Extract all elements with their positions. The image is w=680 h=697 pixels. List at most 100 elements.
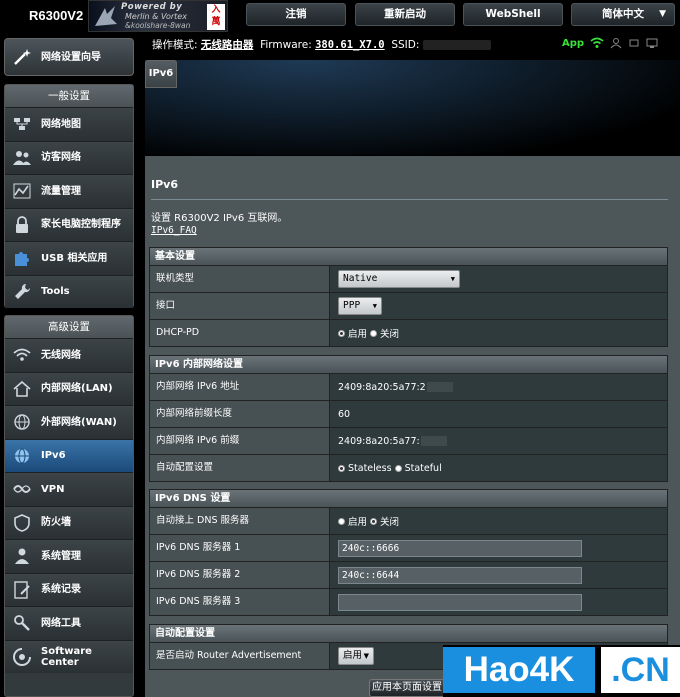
- watermark-right: .CN: [601, 647, 680, 693]
- chevron-down-icon: ▼: [450, 275, 455, 283]
- connection-type-select[interactable]: Native ▼: [338, 270, 460, 288]
- sidebar-item-label: 家长电脑控制程序: [41, 219, 121, 231]
- stateful-radio[interactable]: [394, 464, 402, 472]
- auto-dns-disable-radio[interactable]: [370, 517, 378, 525]
- table-row: 内部网络 IPv6 前缀 2409:8a20:5a77:: [150, 427, 667, 454]
- router-model: R6300V2: [29, 8, 84, 23]
- lan-prefix-length: 60: [338, 408, 351, 420]
- log-icon: [11, 580, 33, 600]
- sidebar-item-user-admin[interactable]: 系统管理: [5, 539, 133, 573]
- interface-select[interactable]: PPP ▼: [338, 297, 382, 315]
- page-title: IPv6: [151, 178, 178, 191]
- sidebar-item-label: 系统管理: [41, 550, 81, 562]
- network-tools-icon: [11, 613, 33, 633]
- stateless-radio[interactable]: [338, 464, 345, 472]
- auto-dns-enable-radio[interactable]: [338, 517, 345, 525]
- general-settings-header: 一般设置: [5, 85, 133, 107]
- sidebar-item-guest-network[interactable]: 访客网络: [5, 140, 133, 174]
- sidebar-item-label: Tools: [41, 286, 70, 298]
- dhcp-pd-enable-radio[interactable]: [338, 329, 345, 337]
- general-settings-group: 一般设置 网络地图访客网络流量管理家长电脑控制程序 USB 相关应用 Tools: [4, 84, 134, 308]
- chevron-down-icon: ▼: [659, 9, 666, 19]
- sidebar-item-ipv6-globe[interactable]: IPv6: [5, 438, 133, 472]
- firmware-logo: Powered by Merlin & Vortex &koolshare-8w…: [88, 0, 228, 32]
- sidebar-item-label: 流量管理: [41, 185, 81, 197]
- usb-status-icon[interactable]: [628, 37, 640, 49]
- reboot-button[interactable]: 重新启动: [355, 3, 455, 26]
- sidebar-item-network-map[interactable]: 网络地图: [5, 107, 133, 141]
- main-panel: IPv6 设置 R6300V2 IPv6 互联网。 IPv6_FAQ 基本设置 …: [145, 156, 680, 697]
- app-status[interactable]: App: [562, 38, 584, 49]
- sidebar-item-label: 访客网络: [41, 152, 81, 164]
- advanced-settings-header: 高级设置: [5, 316, 133, 338]
- sidebar-item-globe[interactable]: 外部网络(WAN): [5, 405, 133, 439]
- wifi-icon: [11, 345, 33, 365]
- lan-ipv6-prefix: 2409:8a20:5a77:: [338, 435, 420, 447]
- title-divider: [151, 199, 668, 200]
- ipv6-faq-link[interactable]: IPv6_FAQ: [151, 225, 197, 236]
- sidebar-item-label: 网络地图: [41, 118, 81, 130]
- setup-wizard-button[interactable]: 网络设置向导: [4, 38, 134, 76]
- advanced-settings-group: 高级设置 无线网络内部网络(LAN) 外部网络(WAN) IPv6 VPN 防火墙系统管…: [4, 315, 134, 697]
- sidebar-item-parental-lock[interactable]: 家长电脑控制程序: [5, 207, 133, 241]
- sidebar: 网络设置向导 一般设置 网络地图访客网络流量管理家长电脑控制程序 USB 相关应用…: [0, 32, 140, 697]
- sidebar-item-label: 防火墙: [41, 517, 71, 529]
- operation-mode-link[interactable]: 无线路由器: [201, 39, 254, 51]
- chevron-down-icon: ▼: [372, 302, 377, 310]
- section-header: 基本设置: [150, 248, 667, 265]
- sidebar-item-label: IPv6: [41, 450, 66, 462]
- dns2-input[interactable]: 240c::6644: [338, 566, 582, 584]
- header-background: [145, 60, 680, 155]
- sidebar-item-software-center[interactable]: Software Center: [5, 639, 133, 673]
- sidebar-item-traffic[interactable]: 流量管理: [5, 174, 133, 208]
- tab-ipv6[interactable]: IPv6: [145, 60, 177, 88]
- sidebar-item-log[interactable]: 系统记录: [5, 572, 133, 606]
- table-row: 内部网络 IPv6 地址 2409:8a20:5a77:2: [150, 373, 667, 400]
- vpn-icon: [11, 479, 33, 499]
- lan-ipv6-address: 2409:8a20:5a77:2: [338, 381, 426, 393]
- table-row: IPv6 DNS 服务器 1 240c::6666: [150, 534, 667, 561]
- sidebar-item-label: VPN: [41, 483, 65, 495]
- sidebar-item-shield[interactable]: 防火墙: [5, 505, 133, 539]
- user-admin-icon: [11, 546, 33, 566]
- watermark-left: Hao4K: [443, 647, 595, 693]
- webshell-button[interactable]: WebShell: [463, 3, 563, 26]
- wifi-status-icon[interactable]: [590, 37, 604, 49]
- dns-settings-table: IPv6 DNS 设置 自动接上 DNS 服务器 启用 关闭 IPv6 DNS 服…: [149, 489, 668, 616]
- lan-settings-table: IPv6 内部网络设置 内部网络 IPv6 地址 2409:8a20:5a77:2…: [149, 355, 668, 482]
- sidebar-item-label: USB 相关应用: [41, 252, 108, 264]
- table-row: IPv6 DNS 服务器 2 240c::6644: [150, 561, 667, 588]
- firmware-version-link[interactable]: 380.61_X7.0: [315, 39, 385, 51]
- table-row: 联机类型 Native ▼: [150, 265, 667, 292]
- traffic-icon: [11, 181, 33, 201]
- dns3-input[interactable]: [338, 593, 582, 611]
- dns1-input[interactable]: 240c::6666: [338, 539, 582, 557]
- basic-settings-table: 基本设置 联机类型 Native ▼ 接口 PPP ▼ DHCP-PD 启用 关闭: [149, 247, 668, 347]
- guest-network-icon: [11, 148, 33, 168]
- section-header: IPv6 DNS 设置: [150, 490, 667, 507]
- software-center-icon: [11, 647, 33, 667]
- merlin-logo-icon: [95, 6, 117, 26]
- sidebar-item-puzzle[interactable]: USB 相关应用: [5, 241, 133, 275]
- system-status-icon[interactable]: [646, 37, 658, 49]
- sidebar-item-label: 无线网络: [41, 349, 81, 361]
- sidebar-item-vpn[interactable]: VPN: [5, 472, 133, 506]
- table-row: 自动接上 DNS 服务器 启用 关闭: [150, 507, 667, 534]
- shield-icon: [11, 513, 33, 533]
- puzzle-icon: [11, 248, 33, 268]
- table-row: IPv6 DNS 服务器 3: [150, 588, 667, 615]
- sidebar-item-network-tools[interactable]: 网络工具: [5, 606, 133, 640]
- sidebar-item-label: 系统记录: [41, 584, 81, 596]
- sidebar-item-home[interactable]: 内部网络(LAN): [5, 371, 133, 405]
- sidebar-item-wifi[interactable]: 无线网络: [5, 338, 133, 372]
- logout-button[interactable]: 注销: [246, 3, 346, 26]
- apply-button[interactable]: 应用本页面设置: [369, 679, 445, 697]
- globe-icon: [11, 412, 33, 432]
- table-row: 接口 PPP ▼: [150, 292, 667, 319]
- client-status-icon[interactable]: [610, 37, 622, 49]
- table-row: DHCP-PD 启用 关闭: [150, 319, 667, 346]
- dhcp-pd-disable-radio[interactable]: [370, 329, 378, 337]
- sidebar-item-wrench[interactable]: Tools: [5, 274, 133, 308]
- language-select[interactable]: 简体中文 ▼: [571, 3, 675, 26]
- router-advertisement-select[interactable]: 启用 ▼: [338, 647, 374, 665]
